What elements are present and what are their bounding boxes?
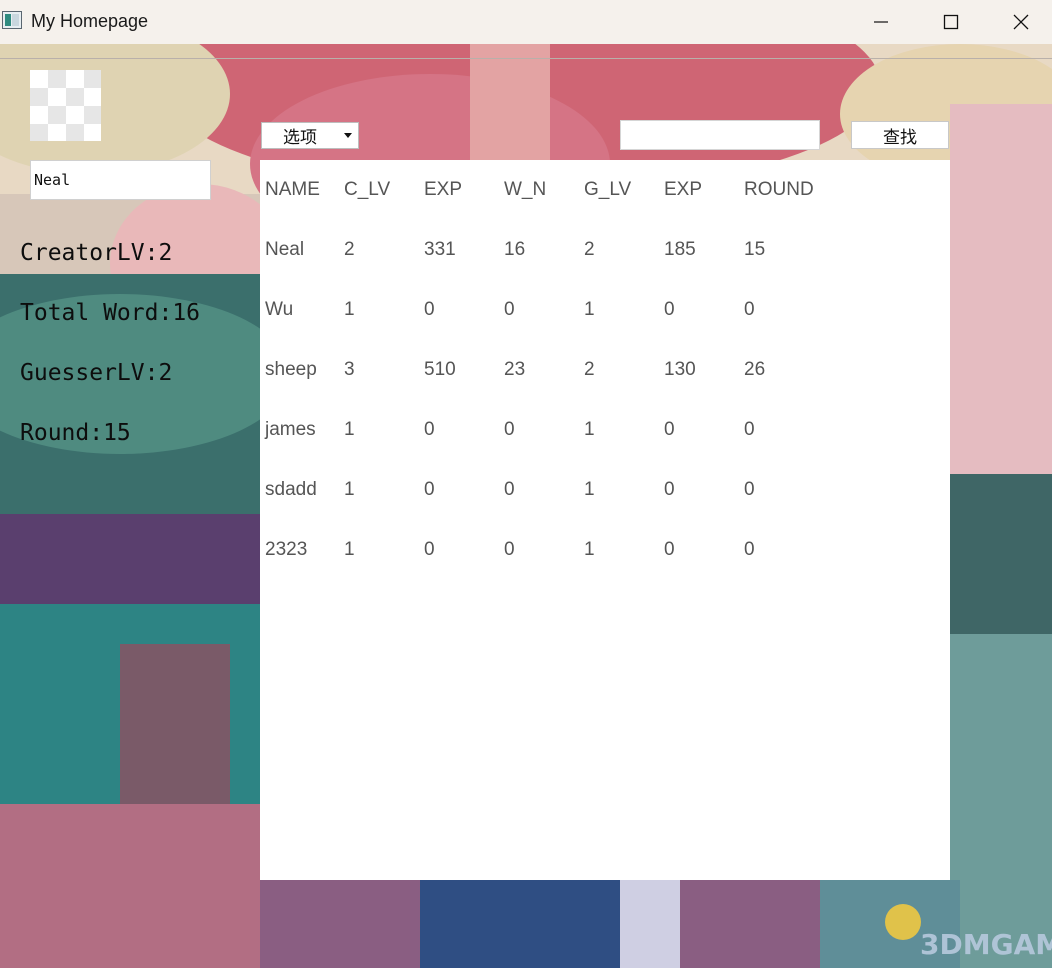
table-cell: sdadd (265, 479, 317, 500)
table-header-row: NAME C_LV EXP W_N G_LV EXP ROUND (260, 160, 950, 220)
table-row[interactable]: sdadd 1 0 0 1 0 0 (260, 460, 950, 520)
table-cell: 0 (424, 299, 435, 320)
table-cell: 510 (424, 359, 456, 380)
table-cell: 0 (504, 539, 515, 560)
table-cell: 2 (584, 359, 595, 380)
table-cell: 0 (424, 419, 435, 440)
maximize-icon (943, 14, 959, 30)
guesser-level-label: GuesserLV:2 (20, 360, 173, 386)
minimize-icon (874, 21, 888, 23)
table-cell: 1 (344, 419, 355, 440)
table-cell: james (265, 419, 316, 440)
table-cell: 2 (584, 239, 595, 260)
column-header-name[interactable]: NAME (265, 160, 320, 220)
table-cell: 185 (664, 239, 696, 260)
table-cell: 0 (504, 479, 515, 500)
table-row[interactable]: sheep 3 510 23 2 130 26 (260, 340, 950, 400)
table-cell: 2323 (265, 539, 308, 560)
column-header-w-n[interactable]: W_N (504, 160, 546, 220)
close-button[interactable] (986, 0, 1052, 44)
table-cell: 1 (584, 299, 595, 320)
column-header-c-lv[interactable]: C_LV (344, 160, 390, 220)
table-row[interactable]: Neal 2 331 16 2 185 15 (260, 220, 950, 280)
table-cell: 0 (424, 539, 435, 560)
table-cell: 3 (344, 359, 355, 380)
table-row[interactable]: 2323 1 0 0 1 0 0 (260, 520, 950, 580)
table-cell: 16 (504, 239, 526, 260)
chevron-down-icon (344, 133, 352, 138)
table-cell: 1 (344, 539, 355, 560)
watermark-text: 3DMGAME (920, 928, 1052, 961)
options-dropdown-label: 选项 (283, 128, 317, 148)
table-cell: 0 (504, 419, 515, 440)
leaderboard-table: NAME C_LV EXP W_N G_LV EXP ROUND Neal 2 … (260, 160, 950, 880)
table-cell: Neal (265, 239, 305, 260)
table-cell: 0 (504, 299, 515, 320)
table-row[interactable]: james 1 0 0 1 0 0 (260, 400, 950, 460)
menu-separator (0, 58, 1052, 59)
table-cell: 331 (424, 239, 456, 260)
table-cell: 0 (664, 479, 675, 500)
table-cell: 15 (744, 239, 766, 260)
column-header-g-lv[interactable]: G_LV (584, 160, 631, 220)
username-field[interactable] (30, 160, 211, 200)
table-cell: 1 (344, 479, 355, 500)
table-cell: 0 (744, 479, 755, 500)
app-icon (2, 11, 22, 29)
options-dropdown[interactable]: 选项 (261, 122, 359, 149)
table-cell: 26 (744, 359, 766, 380)
table-cell: 0 (664, 539, 675, 560)
round-label: Round:15 (20, 420, 131, 446)
table-cell: 1 (344, 299, 355, 320)
minimize-button[interactable] (846, 0, 916, 44)
table-cell: 130 (664, 359, 696, 380)
avatar[interactable] (30, 70, 101, 141)
table-cell: 0 (744, 299, 755, 320)
table-cell: 2 (344, 239, 355, 260)
table-cell: 0 (744, 419, 755, 440)
maximize-button[interactable] (916, 0, 986, 44)
close-icon (1013, 14, 1029, 30)
table-cell: 0 (744, 539, 755, 560)
table-cell: 1 (584, 419, 595, 440)
table-cell: 0 (664, 419, 675, 440)
creator-level-label: CreatorLV:2 (20, 240, 173, 266)
window-title: My Homepage (31, 11, 149, 31)
table-cell: 1 (584, 539, 595, 560)
table-row[interactable]: Wu 1 0 0 1 0 0 (260, 280, 950, 340)
search-button[interactable]: 查找 (851, 121, 949, 149)
column-header-exp-2[interactable]: EXP (664, 160, 702, 220)
total-word-label: Total Word:16 (20, 300, 201, 326)
column-header-exp[interactable]: EXP (424, 160, 462, 220)
column-header-round[interactable]: ROUND (744, 160, 814, 220)
search-input[interactable] (620, 120, 820, 150)
table-cell: sheep (265, 359, 317, 380)
table-cell: 23 (504, 359, 526, 380)
table-cell: Wu (265, 299, 294, 320)
table-cell: 0 (424, 479, 435, 500)
title-bar: My Homepage (0, 0, 1052, 44)
table-cell: 0 (664, 299, 675, 320)
table-cell: 1 (584, 479, 595, 500)
